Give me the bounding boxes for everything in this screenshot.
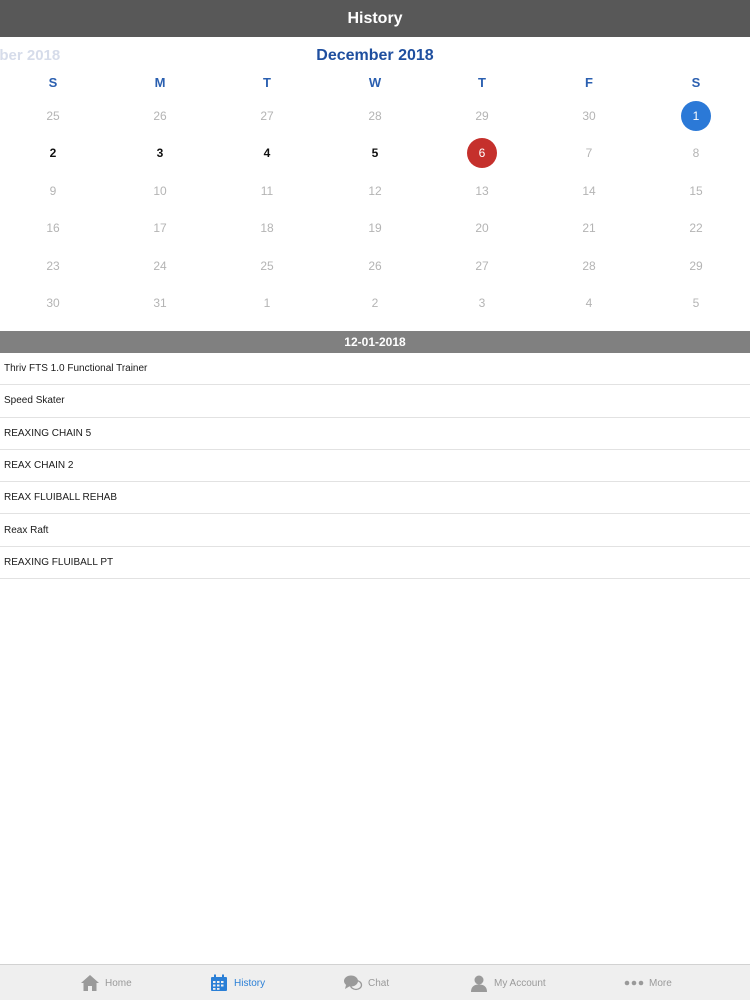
calendar-day[interactable]: 6 [467,138,497,168]
history-item-label: Speed Skater [4,395,65,407]
calendar-day-outside-month[interactable]: 2 [360,288,390,318]
weekday-header-row: SMTWTFS [0,75,750,95]
tab-label: Chat [368,977,390,989]
tab-history[interactable]: History [209,965,265,1000]
account-icon [469,973,489,993]
weekday-label: S [691,75,701,90]
calendar-day[interactable]: 29 [681,251,711,281]
calendar-day[interactable]: 20 [467,213,497,243]
calendar-day[interactable]: 27 [467,251,497,281]
calendar-day[interactable]: 22 [681,213,711,243]
home-icon [80,973,100,993]
calendar-day[interactable]: 5 [360,138,390,168]
calendar-day[interactable]: 1 [681,101,711,131]
selected-date-label: 12-01-2018 [344,335,406,349]
history-list-item[interactable]: REAXING FLUIBALL PT [0,547,750,580]
calendar-day[interactable]: 7 [574,138,604,168]
chat-icon [343,973,363,993]
history-list: Thriv FTS 1.0 Functional Trainer Speed Sk… [0,353,750,580]
calendar-day[interactable]: 21 [574,213,604,243]
tab-my-account[interactable]: My Account [469,965,546,1000]
calendar-day[interactable]: 8 [681,138,711,168]
calendar-day[interactable]: 12 [360,176,390,206]
weekday-label: W [368,75,382,90]
calendar-day[interactable]: 28 [574,251,604,281]
page-title: History [347,9,403,27]
tab-label: More [649,977,672,989]
calendar-day[interactable]: 3 [145,138,175,168]
tab-chat[interactable]: Chat [343,965,389,1000]
calendar-day-outside-month[interactable]: 5 [681,288,711,318]
more-icon [624,973,644,993]
selected-date-bar: 12-01-2018 [0,331,750,353]
calendar-day[interactable]: 24 [145,251,175,281]
history-item-label: REAXING FLUIBALL PT [4,556,114,568]
history-item-label: REAX FLUIBALL REHAB [4,492,118,504]
tab-label: My Account [494,977,546,989]
calendar-day-outside-month[interactable]: 3 [467,288,497,318]
calendar-grid: 25 26 27 28 29 30 1 2 3 4 5 6 7 8 9 10 11 12 13 14 15 16 17 18 1… [0,97,750,323]
weekday-label: S [48,75,58,90]
calendar-day-outside-month[interactable]: 4 [574,288,604,318]
calendar-day-outside-month[interactable]: 28 [360,101,390,131]
tab-more[interactable]: More [624,965,672,1000]
history-list-item[interactable]: Thriv FTS 1.0 Functional Trainer [0,353,750,386]
history-item-label: Reax Raft [4,524,49,536]
weekday-label: T [263,75,271,90]
tab-home[interactable]: Home [80,965,132,1000]
calendar-day[interactable]: 15 [681,176,711,206]
calendar-day-outside-month[interactable]: 1 [252,288,282,318]
calendar-day[interactable]: 9 [38,176,68,206]
calendar-day-outside-month[interactable]: 29 [467,101,497,131]
calendar-day[interactable]: 25 [252,251,282,281]
calendar-day[interactable]: 30 [38,288,68,318]
history-list-item[interactable]: REAX FLUIBALL REHAB [0,482,750,515]
calendar-day[interactable]: 16 [38,213,68,243]
calendar-day-outside-month[interactable]: 25 [38,101,68,131]
weekday-label: T [478,75,486,90]
calendar-day-outside-month[interactable]: 26 [145,101,175,131]
calendar-day[interactable]: 11 [252,176,282,206]
calendar-day[interactable]: 2 [38,138,68,168]
month-header[interactable]: mber 2018 December 2018 [0,37,750,75]
title-bar: History [0,0,750,37]
calendar-day[interactable]: 31 [145,288,175,318]
calendar-day[interactable]: 23 [38,251,68,281]
calendar-day[interactable]: 18 [252,213,282,243]
weekday-label: F [585,75,593,90]
calendar-icon [209,973,229,993]
current-month-label: December 2018 [316,47,434,64]
calendar-day[interactable]: 17 [145,213,175,243]
calendar-day-outside-month[interactable]: 27 [252,101,282,131]
history-list-item[interactable]: Speed Skater [0,385,750,418]
history-list-item[interactable]: REAX CHAIN 2 [0,450,750,483]
calendar-day[interactable]: 19 [360,213,390,243]
history-item-label: Thriv FTS 1.0 Functional Trainer [4,363,148,375]
history-item-label: REAX CHAIN 2 [4,460,74,472]
history-list-item[interactable]: Reax Raft [0,514,750,547]
calendar-day[interactable]: 13 [467,176,497,206]
calendar-day[interactable]: 4 [252,138,282,168]
calendar-day[interactable]: 26 [360,251,390,281]
history-list-item[interactable]: REAXING CHAIN 5 [0,418,750,450]
calendar-day-outside-month[interactable]: 30 [574,101,604,131]
history-item-label: REAXING CHAIN 5 [4,427,92,439]
tab-label: History [234,977,266,989]
tab-bar: Home History Chat My Account More [0,964,750,1000]
tab-label: Home [105,977,132,989]
calendar-day[interactable]: 14 [574,176,604,206]
calendar-day[interactable]: 10 [145,176,175,206]
weekday-label: M [154,75,166,90]
